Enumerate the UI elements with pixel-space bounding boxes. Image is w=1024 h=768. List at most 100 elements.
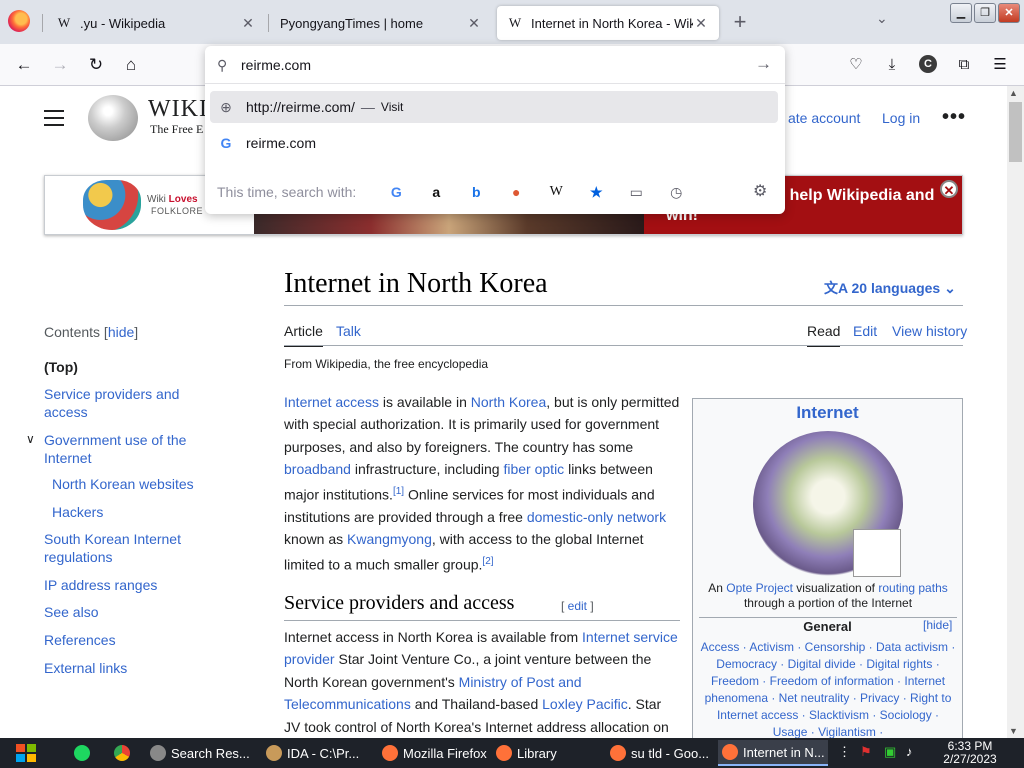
link-kwangmyong[interactable]: Kwangmyong (347, 531, 432, 547)
toc-item-top[interactable]: (Top) (44, 358, 204, 376)
reload-icon[interactable]: ↻ (84, 53, 108, 77)
infobox-general-heading: General (803, 619, 852, 634)
link-opte-project[interactable]: Opte Project (726, 581, 793, 595)
tab-internet-north-korea[interactable]: W Internet in North Korea - Wikipedia ✕ (497, 6, 719, 40)
tabs-icon[interactable]: ▭ (616, 184, 656, 201)
taskbar-library[interactable]: Library (492, 740, 600, 766)
tab-view-history[interactable]: View history (892, 323, 967, 345)
toc-item-references[interactable]: References (44, 631, 204, 649)
main-menu-hamburger-icon[interactable] (44, 110, 64, 126)
toc-item-hackers[interactable]: Hackers (52, 503, 212, 521)
clock-date: 2/27/2023 (943, 752, 997, 766)
account-avatar-icon[interactable]: C (919, 55, 937, 73)
duckduckgo-icon[interactable]: ● (496, 184, 536, 200)
pocket-icon[interactable]: ♡ (846, 55, 866, 75)
wikipedia-favicon-icon: W (57, 15, 71, 30)
taskbar-mozilla-firefox[interactable]: Mozilla Firefox (378, 740, 488, 766)
infobox-topic-links[interactable]: Access · Activism · Censorship · Data ac… (699, 639, 957, 739)
vertical-scrollbar[interactable] (1007, 86, 1024, 738)
taskbar-clock[interactable]: 6:33 PM 2/27/2023 (930, 740, 1010, 766)
scrollbar-thumb[interactable] (1009, 102, 1022, 162)
toc-heading: Contents [hide] (44, 324, 139, 340)
downloads-icon[interactable]: ⤓ (882, 55, 902, 75)
firefox-icon (382, 745, 398, 761)
language-selector-button[interactable]: 文A 20 languages ⌄ (824, 278, 956, 298)
toc-item-external-links[interactable]: External links (44, 659, 204, 677)
banner-logo-subtext: FOLKLORE (151, 206, 204, 216)
suggestion-search[interactable]: G reirme.com (210, 127, 778, 159)
wikipedia-wordmark[interactable]: WIKI (148, 96, 208, 123)
link-routing-paths[interactable]: routing paths (878, 581, 947, 595)
taskbar-chrome-icon[interactable] (110, 740, 134, 766)
back-arrow-icon[interactable]: ← (12, 53, 36, 77)
amazon-icon[interactable]: a (416, 184, 456, 200)
close-tab-icon[interactable]: ✕ (693, 15, 709, 32)
home-icon[interactable]: ⌂ (119, 53, 143, 77)
toc-item-ip-address-ranges[interactable]: IP address ranges (44, 576, 204, 594)
link-fiber-optic[interactable]: fiber optic (503, 461, 564, 477)
link-domestic-only-network[interactable]: domestic-only network (527, 509, 666, 525)
reference-2[interactable]: [2] (482, 556, 493, 567)
scroll-down-arrow-icon[interactable]: ▼ (1009, 726, 1018, 736)
tab-talk[interactable]: Talk (336, 323, 361, 345)
close-window-icon[interactable]: ✕ (998, 3, 1020, 23)
taskbar-green-app-icon[interactable] (70, 740, 94, 766)
bookmarks-star-icon[interactable]: ★ (576, 184, 616, 201)
section-heading: Service providers and access (284, 592, 515, 614)
taskbar-ida[interactable]: IDA - C:\Pr... (262, 740, 374, 766)
close-tab-icon[interactable]: ✕ (466, 15, 482, 32)
more-options-ellipsis-icon[interactable]: ••• (942, 106, 966, 129)
go-arrow-icon[interactable]: → (755, 54, 772, 74)
wikipedia-icon[interactable]: W (536, 184, 576, 200)
taskbar-su-tld-google[interactable]: su tld - Goo... (606, 740, 714, 766)
new-tab-plus-icon[interactable]: + (728, 8, 752, 36)
windows-start-icon[interactable] (10, 738, 42, 768)
tab-pyongyangtimes[interactable]: PyongyangTimes | home ✕ (270, 6, 492, 40)
history-clock-icon[interactable]: ◷ (656, 184, 696, 201)
create-account-link[interactable]: ate account (788, 110, 860, 126)
infobox-hide-link[interactable]: [hide] (923, 618, 952, 632)
toc-item-north-korean-websites[interactable]: North Korean websites (52, 475, 212, 493)
app-menu-hamburger-icon[interactable]: ☰ (990, 55, 1010, 75)
toc-item-see-also[interactable]: See also (44, 603, 204, 621)
firefox-logo-icon[interactable] (8, 10, 30, 32)
suggestion-visit-url[interactable]: ⊕ http://reirme.com/ — Visit (210, 91, 778, 123)
tab-read[interactable]: Read (807, 323, 841, 347)
list-all-tabs-chevron-icon[interactable]: ⌄ (876, 10, 888, 27)
close-tab-icon[interactable]: ✕ (240, 15, 256, 32)
maximize-window-icon[interactable]: ❐ (974, 3, 996, 23)
search-settings-gear-icon[interactable]: ⚙ (753, 181, 767, 201)
flag-icon[interactable]: ⚑ (860, 744, 872, 760)
show-hidden-icons-icon[interactable]: ⋮ (838, 744, 851, 760)
tab-yu-wikipedia[interactable]: W .yu - Wikipedia ✕ (46, 6, 266, 40)
minimize-window-icon[interactable]: ▁ (950, 3, 972, 23)
network-icon[interactable]: ▣ (884, 744, 896, 760)
toc-collapse-chevron-icon[interactable]: ∨ (26, 432, 35, 446)
log-in-link[interactable]: Log in (882, 110, 920, 126)
tab-article[interactable]: Article (284, 323, 323, 347)
banner-close-icon[interactable]: ✕ (940, 180, 958, 198)
taskbar-internet-in-north-korea[interactable]: Internet in N... (718, 740, 828, 766)
link-north-korea[interactable]: North Korea (471, 394, 546, 410)
volume-icon[interactable]: ♪ (906, 744, 913, 759)
scroll-up-arrow-icon[interactable]: ▲ (1009, 88, 1018, 98)
url-input[interactable] (241, 55, 741, 75)
toc-item-service-providers[interactable]: Service providers and access (44, 385, 204, 421)
section-edit-link[interactable]: edit (568, 599, 587, 613)
extensions-puzzle-icon[interactable]: ⧉ (954, 55, 974, 75)
google-icon[interactable]: G (376, 184, 416, 200)
tab-edit[interactable]: Edit (853, 323, 877, 345)
link-broadband[interactable]: broadband (284, 461, 351, 477)
link-loxley-pacific[interactable]: Loxley Pacific (542, 696, 628, 712)
forward-arrow-icon[interactable]: → (48, 53, 72, 77)
bing-icon[interactable]: b (456, 184, 496, 200)
infobox-title[interactable]: Internet (693, 403, 962, 423)
toc-item-government-use[interactable]: Government use of the Internet (44, 431, 204, 467)
wikipedia-favicon-icon: W (508, 15, 522, 30)
reference-1[interactable]: [1] (393, 486, 404, 497)
toc-item-south-korean-regulations[interactable]: South Korean Internet regulations (44, 530, 204, 566)
link-internet-access[interactable]: Internet access (284, 394, 379, 410)
toc-hide-link[interactable]: hide (108, 324, 134, 340)
taskbar-search-results[interactable]: Search Res... (146, 740, 256, 766)
wikipedia-globe-logo[interactable] (88, 95, 138, 141)
